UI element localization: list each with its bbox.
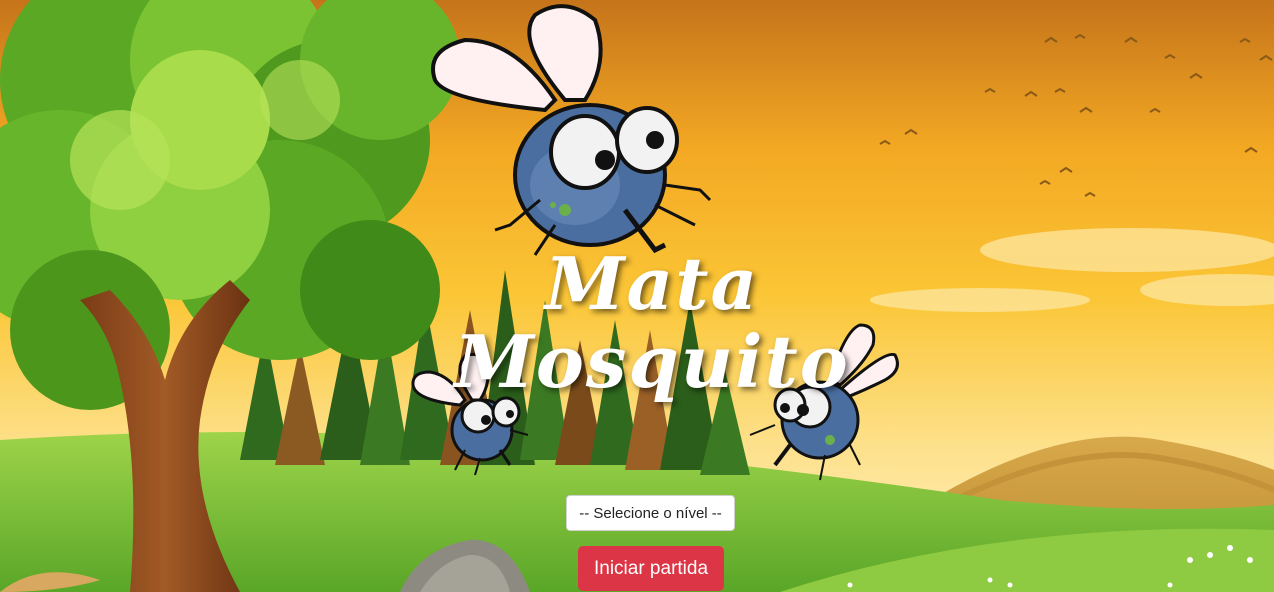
- game-title-line2: Mosquito: [454, 319, 850, 404]
- mosquito-large-icon[interactable]: [425, 0, 725, 270]
- game-scene: Mata Mosquito -- Selecione o nível -- In…: [0, 0, 1274, 592]
- game-title: Mata Mosquito: [437, 245, 867, 401]
- level-select[interactable]: -- Selecione o nível --: [566, 495, 735, 531]
- game-title-line1: Mata: [544, 241, 760, 326]
- start-game-button[interactable]: Iniciar partida: [578, 546, 724, 591]
